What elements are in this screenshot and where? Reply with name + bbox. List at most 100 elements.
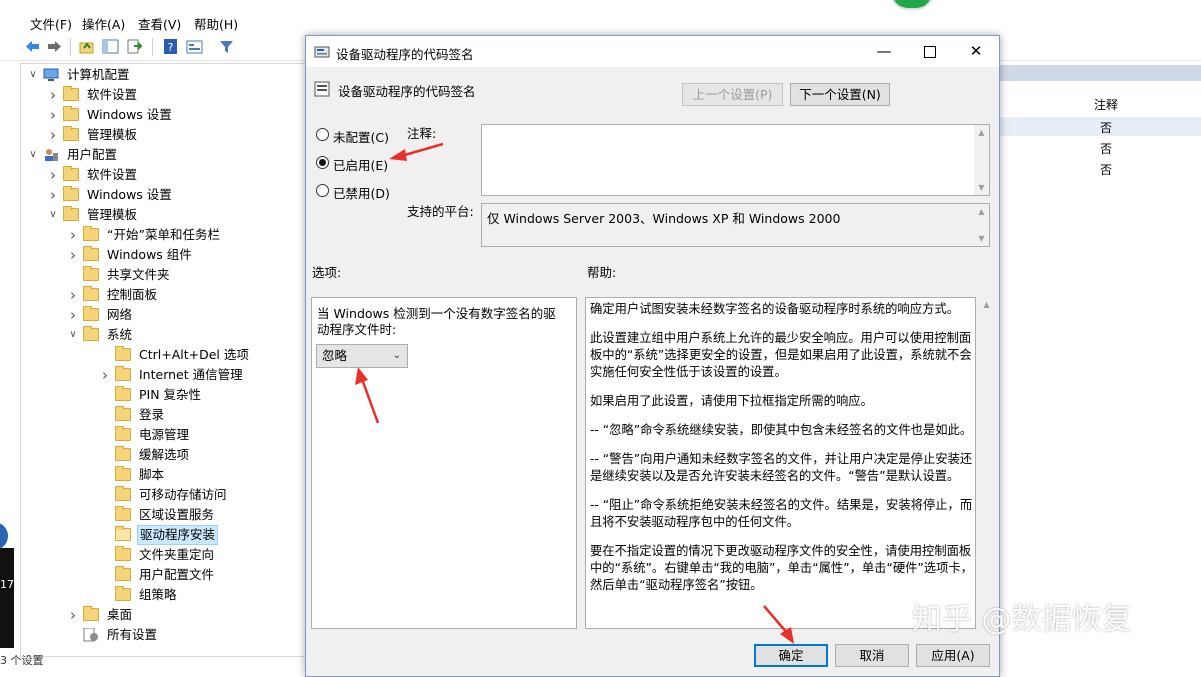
tree-node[interactable]: › “开始”菜单和任务栏	[21, 225, 304, 245]
tree-node[interactable]: 登录	[21, 405, 304, 425]
radio-enabled[interactable]	[316, 156, 329, 169]
tree-node[interactable]: › Windows 组件	[21, 245, 304, 265]
chevron-right-icon[interactable]: ›	[99, 365, 111, 385]
chevron-right-icon[interactable]: ›	[47, 85, 59, 105]
tree-node[interactable]: 区域设置服务	[21, 505, 304, 525]
tree-node[interactable]: ∨ 系统	[21, 325, 304, 345]
chevron-right-icon[interactable]: ›	[47, 185, 59, 205]
svg-text:?: ?	[168, 41, 174, 54]
tree-node[interactable]: › Windows 设置	[21, 105, 304, 125]
policy-setting-dialog: 设备驱动程序的代码签名 — ✕ 设备驱动程序的代码签名 上一个设置(P) 下一个…	[305, 35, 1000, 677]
radio-enabled-label[interactable]: 已启用(E)	[333, 155, 388, 174]
comment-textarea[interactable]: ▲ ▼	[481, 124, 990, 196]
folder-icon	[115, 426, 131, 441]
chevron-right-icon[interactable]: ›	[67, 225, 79, 245]
tree-node[interactable]: 电源管理	[21, 425, 304, 445]
chevron-right-icon[interactable]: ›	[47, 125, 59, 145]
chevron-down-icon: ⌄	[392, 350, 401, 361]
tree-node[interactable]: 组策略	[21, 585, 304, 605]
export-list-icon[interactable]	[126, 38, 143, 55]
side-widget-icon[interactable]	[0, 522, 8, 550]
next-setting-button[interactable]: 下一个设置(N)	[790, 83, 890, 106]
folder-icon	[63, 166, 79, 181]
tree-node[interactable]: › 控制面板	[21, 285, 304, 305]
chevron-down-icon[interactable]: ∨	[27, 145, 39, 165]
help-icon[interactable]: ?	[162, 38, 179, 55]
list-cell-comment[interactable]: 否	[1100, 119, 1112, 136]
tree-node[interactable]: › Windows 设置	[21, 185, 304, 205]
folder-icon	[115, 446, 131, 461]
tree-node[interactable]: Ctrl+Alt+Del 选项	[21, 345, 304, 365]
tree-node-label: 电源管理	[139, 427, 190, 442]
list-cell-comment[interactable]: 否	[1100, 140, 1112, 157]
menu-help[interactable]: 帮助(H)	[194, 14, 238, 33]
chevron-down-icon[interactable]: ∨	[47, 205, 59, 225]
platform-label: 支持的平台:	[407, 204, 474, 219]
close-button[interactable]: ✕	[953, 36, 999, 67]
platform-scrollbar[interactable]: ▲ ▼	[974, 204, 989, 246]
tree-node-label: 软件设置	[87, 167, 138, 182]
tree-node[interactable]: › 桌面	[21, 605, 304, 625]
tree-node[interactable]: 文件夹重定向	[21, 545, 304, 565]
tree-node[interactable]: PIN 复杂性	[21, 385, 304, 405]
chevron-right-icon[interactable]: ›	[67, 245, 79, 265]
comment-scrollbar[interactable]: ▲ ▼	[974, 125, 989, 195]
tree-node-label: 组策略	[139, 587, 177, 602]
annotation-arrow-dropdown	[355, 367, 380, 424]
maximize-button[interactable]	[907, 36, 953, 67]
minimize-button[interactable]: —	[861, 36, 907, 67]
tree-node-label: 缓解选项	[139, 447, 190, 462]
tree-node[interactable]: ∨ 用户配置	[21, 145, 304, 165]
ok-button[interactable]: 确定	[754, 644, 828, 667]
list-header-bar	[1000, 65, 1201, 81]
tree-node[interactable]: 脚本	[21, 465, 304, 485]
filter-icon[interactable]	[218, 38, 235, 55]
platform-field: 仅 Windows Server 2003、Windows XP 和 Windo…	[481, 203, 990, 247]
tree-node[interactable]: › 软件设置	[21, 85, 304, 105]
chevron-right-icon[interactable]: ›	[67, 305, 79, 325]
tree-node-label: 用户配置	[67, 147, 118, 162]
navigation-tree: ∨ 计算机配置 › 软件设置 › Windows 设置 › 管理模板 ∨ 用户配置 › 软件设置 › Wi…	[20, 63, 307, 657]
tree-node[interactable]: › 网络	[21, 305, 304, 325]
tree-node[interactable]: 共享文件夹	[21, 265, 304, 285]
folder-icon	[115, 546, 131, 561]
folder-icon	[63, 86, 79, 101]
tree-node[interactable]: › Internet 通信管理	[21, 365, 304, 385]
menu-view[interactable]: 查看(V)	[138, 14, 181, 33]
menu-file[interactable]: 文件(F)	[30, 14, 72, 33]
radio-disabled[interactable]	[316, 184, 329, 197]
tree-node[interactable]: 缓解选项	[21, 445, 304, 465]
radio-not-configured-label[interactable]: 未配置(C)	[333, 127, 389, 146]
tree-node[interactable]: ∨ 计算机配置	[21, 65, 304, 85]
forward-arrow-icon[interactable]	[46, 38, 63, 55]
help-text: 确定用户试图安装未经数字签名的设备驱动程序时系统的响应方式。 此设置建立组中用户系…	[590, 301, 973, 606]
radio-not-configured[interactable]	[316, 128, 329, 141]
cancel-button[interactable]: 取消	[835, 644, 909, 667]
chevron-right-icon[interactable]: ›	[47, 165, 59, 185]
previous-setting-button[interactable]: 上一个设置(P)	[682, 83, 783, 106]
chevron-right-icon[interactable]: ›	[67, 285, 79, 305]
properties-icon[interactable]	[186, 38, 203, 55]
menu-action[interactable]: 操作(A)	[82, 14, 125, 33]
tree-node[interactable]: 用户配置文件	[21, 565, 304, 585]
column-header-comment[interactable]: 注释	[1094, 96, 1118, 113]
up-folder-icon[interactable]	[78, 38, 95, 55]
back-arrow-icon[interactable]	[24, 38, 41, 55]
tree-node[interactable]: › 软件设置	[21, 165, 304, 185]
chevron-down-icon[interactable]: ∨	[27, 65, 39, 85]
show-hide-tree-icon[interactable]	[102, 38, 119, 55]
chevron-down-icon[interactable]: ∨	[67, 325, 79, 345]
apply-button[interactable]: 应用(A)	[916, 644, 990, 667]
main-titlebar	[0, 0, 1201, 10]
tree-node[interactable]: › 管理模板	[21, 125, 304, 145]
radio-disabled-label[interactable]: 已禁用(D)	[333, 183, 390, 202]
tree-node[interactable]: ∨ 管理模板	[21, 205, 304, 225]
tree-node[interactable]: 所有设置	[21, 625, 304, 645]
help-paragraph: -- “阻止”命令系统拒绝安装未经签名的文件。结果是，安装将停止，而且将不安装驱…	[590, 498, 973, 529]
tree-node[interactable]: 可移动存储访问	[21, 485, 304, 505]
chevron-right-icon[interactable]: ›	[67, 605, 79, 625]
list-cell-comment[interactable]: 否	[1100, 161, 1112, 178]
tree-node[interactable]: 驱动程序安装	[21, 525, 304, 545]
chevron-right-icon[interactable]: ›	[47, 105, 59, 125]
help-scrollbar[interactable]: ▲	[979, 297, 994, 629]
